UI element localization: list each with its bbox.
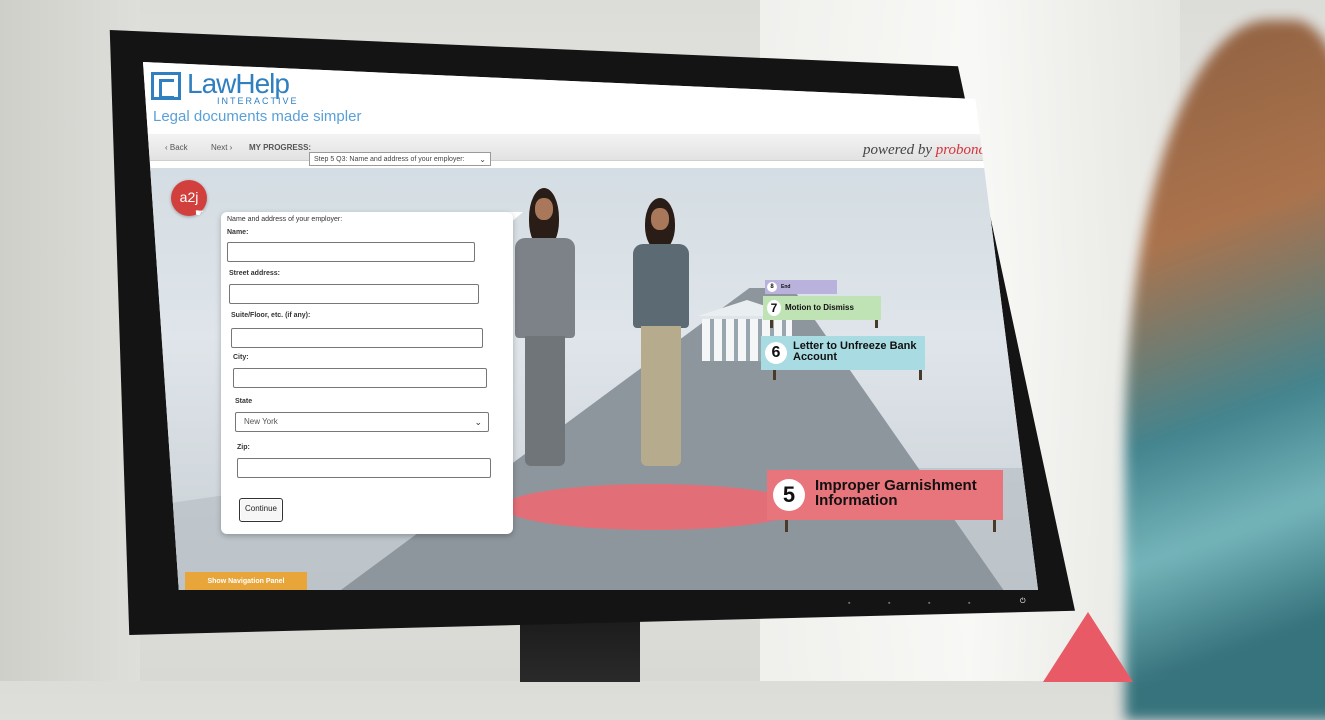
monitor-controls: ▪ ▪ ▪ ▪ ⏻ [140, 590, 1070, 620]
figure-woman-suit [515, 188, 575, 478]
step-label: Letter to Unfreeze Bank Account [793, 340, 917, 363]
chevron-down-icon: ⌄ [479, 155, 486, 164]
progress-select[interactable]: Step 5 Q3: Name and address of your empl… [309, 152, 491, 166]
street-input[interactable] [229, 284, 479, 304]
pointer-hand-icon: ☛ [195, 208, 204, 219]
step-number: 6 [765, 342, 787, 364]
name-input[interactable] [227, 242, 475, 262]
step-sign-8[interactable]: 8 End [765, 280, 837, 294]
power-icon[interactable]: ⏻ [1020, 598, 1026, 606]
state-label: State [235, 398, 253, 405]
progress-value: Step 5 Q3: Name and address of your empl… [314, 156, 465, 163]
step-number: 7 [767, 300, 781, 316]
figure-woman-casual [633, 198, 689, 478]
state-value: New York [244, 417, 278, 426]
step-number: 8 [767, 282, 777, 292]
question-prompt: Name and address of your employer: [227, 216, 343, 223]
logo-sub: INTERACTIVE [217, 96, 299, 106]
suite-label: Suite/Floor, etc. (if any): [231, 312, 311, 319]
show-navigation-panel-button[interactable]: Show Navigation Panel [185, 572, 307, 590]
decorative-triangle [1043, 612, 1133, 682]
monitor-button[interactable]: ▪ [848, 600, 850, 607]
back-button[interactable]: ‹ Back [165, 143, 188, 152]
chevron-down-icon: ⌄ [474, 417, 482, 427]
monitor-button[interactable]: ▪ [888, 600, 890, 607]
street-label: Street address: [229, 270, 280, 277]
progress-label: MY PROGRESS: [249, 143, 312, 152]
step-sign-6[interactable]: 6 Letter to Unfreeze Bank Account [761, 336, 925, 370]
monitor-button[interactable]: ▪ [968, 600, 970, 607]
city-label: City: [233, 354, 249, 361]
lawhelp-logo-icon [151, 72, 181, 100]
zip-label: Zip: [237, 444, 250, 451]
step-label: End [781, 284, 791, 290]
monitor-button[interactable]: ▪ [928, 600, 930, 607]
current-step-marker [503, 484, 803, 530]
step-label: Improper Garnishment Information [815, 477, 977, 509]
step-sign-5[interactable]: 5 Improper Garnishment Information [767, 470, 1003, 520]
state-select[interactable]: New York ⌄ [235, 412, 489, 432]
name-label: Name: [227, 229, 249, 236]
step-number: 5 [773, 479, 805, 511]
powered-prefix: powered by [863, 142, 933, 158]
next-button[interactable]: Next › [211, 143, 232, 152]
app-screen: LawHelp INTERACTIVE Legal documents made… [143, 62, 1038, 590]
city-input[interactable] [233, 368, 487, 388]
step-sign-7[interactable]: 7 Motion to Dismiss [763, 296, 881, 320]
tagline: Legal documents made simpler [153, 108, 362, 125]
suite-input[interactable] [231, 328, 483, 348]
continue-button[interactable]: Continue [239, 498, 283, 522]
question-panel: Name and address of your employer: Name:… [221, 212, 513, 534]
zip-input[interactable] [237, 458, 491, 478]
step-label: Motion to Dismiss [785, 303, 854, 312]
